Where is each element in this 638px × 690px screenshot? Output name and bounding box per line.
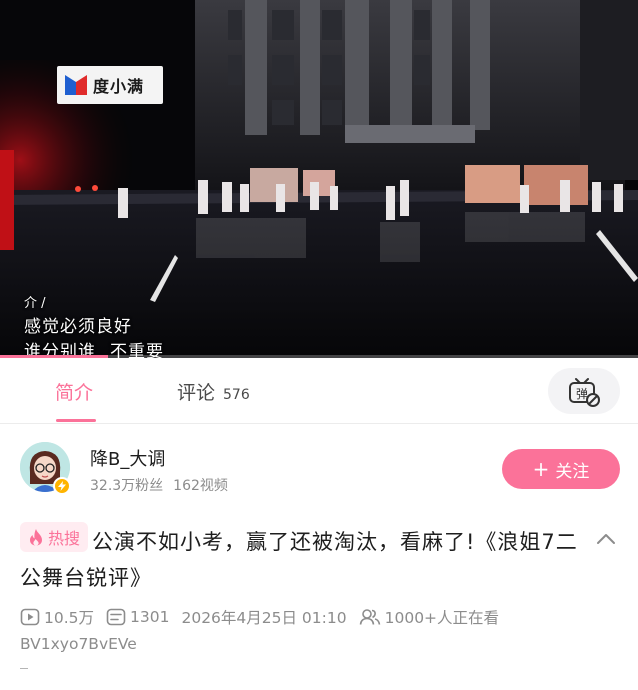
video-title-block: 热搜 公演不如小考，赢了还被淘汰，看麻了!《浪姐7二公舞台锐评》 [20,522,580,596]
watching-stat: 1000+人正在看 [359,606,499,628]
video-player[interactable]: 度小满 介 / 感觉必须良好 谁分别谁 不重要 [0,0,638,358]
publish-date: 2026年4月25日 01:10 [181,609,347,627]
plus-icon: + [532,457,550,481]
follow-label: 关注 [555,461,590,482]
follow-button[interactable]: + 关注 [502,449,620,489]
tab-comments[interactable]: 评论 576 [177,378,250,405]
danmaku-count-icon [106,608,126,626]
expand-button[interactable] [594,530,618,548]
video-title: 公演不如小考，赢了还被淘汰，看麻了!《浪姐7二公舞台锐评》 [20,530,578,590]
uploader-followers: 32.3万粉丝 [90,478,164,494]
verified-badge-icon [53,477,71,495]
danmaku-toggle-button[interactable]: 弹 [548,368,620,414]
comments-count: 576 [223,387,250,403]
danmaku-stat: 1301 [106,608,169,626]
uploader-stats: 32.3万粉丝 162视频 [90,475,228,495]
bv-id[interactable]: BV1xyo7BvEVe [20,635,137,653]
uploader-videos: 162视频 [173,478,228,494]
sponsor-name: 度小满 [93,77,145,96]
flame-icon [30,529,42,546]
subtitle-line-1: 感觉必须良好 [24,317,132,337]
hot-search-label: 热搜 [48,529,81,548]
video-frame [0,0,638,358]
uploader-name[interactable]: 降B_大调 [90,445,165,471]
views-stat: 10.5万 [20,606,94,628]
subtitle-small: 介 / [24,296,46,311]
views-count: 10.5万 [44,609,95,627]
uploader-card: 降B_大调 32.3万粉丝 162视频 + 关注 [0,425,638,515]
tab-bar: 简介 评论 576 弹 [0,358,638,424]
hot-search-badge[interactable]: 热搜 [20,522,89,552]
tab-intro[interactable]: 简介 [55,378,93,405]
viewers-icon [359,609,380,625]
watching-count: 1000+人正在看 [384,609,500,627]
chevron-up-icon [597,534,615,544]
tab-active-indicator [56,419,96,422]
tab-comments-label: 评论 [177,382,216,404]
sponsor-logo-icon [65,75,87,95]
divider [20,668,28,669]
danmaku-off-icon: 弹 [569,378,600,407]
danmaku-count: 1301 [130,608,170,626]
video-meta: 10.5万 1301 2026年4月25日 01:10 1000+人正在看 [20,604,499,630]
play-count-icon [20,608,40,626]
sponsor-logo: 度小满 [57,66,163,104]
